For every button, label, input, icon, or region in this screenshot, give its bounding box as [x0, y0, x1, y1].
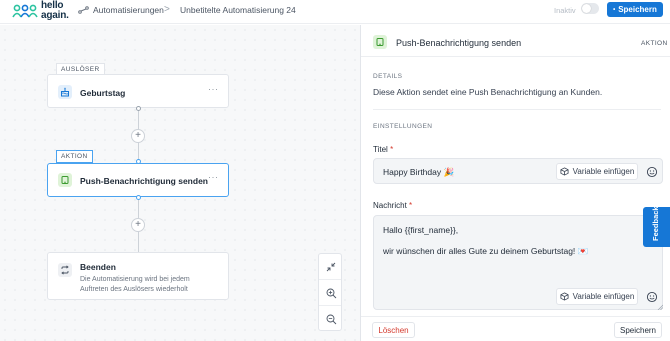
status-label: Inaktiv	[554, 6, 576, 15]
workflow-canvas[interactable]: AUSLÖSER Geburtstag ··· + AKTION Push-Be…	[0, 25, 360, 341]
active-toggle[interactable]	[581, 3, 599, 14]
cake-icon	[58, 85, 72, 99]
end-node-title: Beenden	[80, 262, 116, 272]
emoji-picker-icon[interactable]	[646, 291, 658, 303]
insert-variable-button-message[interactable]: Variable einfügen	[556, 288, 638, 305]
action-settings-panel: Push-Benachrichtigung senden AKTION DETA…	[360, 25, 670, 341]
breadcrumb-current: Unbetitelte Automatisierung 24	[180, 5, 296, 15]
zoom-out-icon[interactable]	[324, 312, 338, 326]
message-field-label: Nachricht *	[373, 201, 412, 210]
message-line-1: Hallo {{first_name}},	[383, 225, 459, 235]
logo-text-line1: hello	[41, 0, 64, 11]
repeat-icon	[58, 263, 72, 277]
message-line-2: wir wünschen dir alles Gute zu deinem Ge…	[383, 246, 589, 256]
zoom-in-icon[interactable]	[324, 286, 338, 300]
breadcrumb-parent-label: Automatisierungen	[93, 5, 164, 15]
connector-line	[138, 232, 139, 252]
panel-header: Push-Benachrichtigung senden AKTION	[361, 25, 670, 57]
save-button[interactable]: Speichern	[614, 322, 662, 338]
title-input-value: Happy Birthday 🎉	[383, 167, 455, 177]
connector-line	[138, 200, 139, 218]
trigger-node-title: Geburtstag	[80, 88, 126, 98]
push-notification-icon	[58, 173, 72, 187]
title-input[interactable]: Happy Birthday 🎉 Variable einfügen	[373, 158, 663, 184]
breadcrumb-separator: >	[164, 4, 170, 15]
emoji-picker-icon[interactable]	[646, 166, 658, 178]
message-field-label-text: Nachricht	[373, 201, 407, 210]
details-text: Diese Aktion sendet eine Push Benachrich…	[373, 87, 603, 97]
save-button-top[interactable]: • Speichern	[607, 2, 663, 17]
required-marker: *	[409, 201, 413, 210]
cube-icon	[560, 167, 569, 176]
title-field-label: Titel *	[373, 145, 393, 154]
end-node[interactable]: Beenden Die Automatisierung wird bei jed…	[47, 252, 229, 300]
feedback-tab[interactable]: Feedback	[643, 206, 670, 247]
automation-icon	[78, 6, 89, 14]
push-notification-icon	[373, 35, 387, 49]
add-step-button-2[interactable]: +	[131, 218, 145, 232]
resize-handle-icon[interactable]	[657, 304, 663, 310]
logo-wordmark: hello again.	[41, 0, 69, 21]
settings-section-label: EINSTELLUNGEN	[373, 123, 433, 130]
zoom-controls	[318, 253, 342, 331]
trigger-node-menu[interactable]: ···	[208, 84, 219, 94]
title-field-label-text: Titel	[373, 145, 388, 154]
cube-icon	[560, 292, 569, 301]
add-step-button-1[interactable]: +	[131, 129, 145, 143]
required-marker: *	[390, 145, 394, 154]
logo-people-icon	[12, 4, 38, 18]
panel-kind-badge: AKTION	[641, 40, 668, 47]
plus-icon: •	[613, 6, 616, 13]
end-node-description-line1: Die Automatisierung wird bei jedem	[80, 276, 190, 283]
feedback-tab-label: Feedback	[651, 206, 660, 241]
panel-title: Push-Benachrichtigung senden	[396, 38, 522, 48]
action-node-menu[interactable]: ···	[208, 172, 219, 182]
save-button-top-label: Speichern	[618, 5, 657, 14]
action-node[interactable]: Push-Benachrichtigung senden ···	[47, 163, 229, 197]
section-divider	[373, 109, 661, 110]
action-node-title: Push-Benachrichtigung senden	[80, 176, 208, 186]
action-tag: AKTION	[56, 150, 93, 163]
hello-again-logo[interactable]: hello again.	[12, 0, 69, 22]
breadcrumb-automations[interactable]: Automatisierungen	[78, 5, 164, 15]
details-section-label: DETAILS	[373, 73, 403, 80]
panel-footer: Löschen Speichern	[361, 316, 670, 341]
insert-variable-label: Variable einfügen	[572, 167, 635, 176]
insert-variable-button-title[interactable]: Variable einfügen	[556, 163, 638, 180]
zoom-divider	[319, 305, 341, 306]
insert-variable-label: Variable einfügen	[572, 292, 635, 301]
delete-button[interactable]: Löschen	[372, 322, 415, 338]
connector-line	[138, 111, 139, 129]
end-node-description-line2: Auftreten des Auslösers wiederholt	[80, 286, 188, 293]
fit-view-icon[interactable]	[324, 260, 338, 274]
logo-text-line2: again.	[41, 10, 69, 21]
message-textarea[interactable]: Hallo {{first_name}}, wir wünschen dir a…	[373, 215, 663, 310]
zoom-divider	[319, 279, 341, 280]
trigger-node[interactable]: Geburtstag ···	[47, 74, 229, 108]
end-node-description: Die Automatisierung wird bei jedem Auftr…	[80, 275, 190, 295]
top-bar: hello again. Automatisierungen > Unbetit…	[0, 0, 670, 24]
